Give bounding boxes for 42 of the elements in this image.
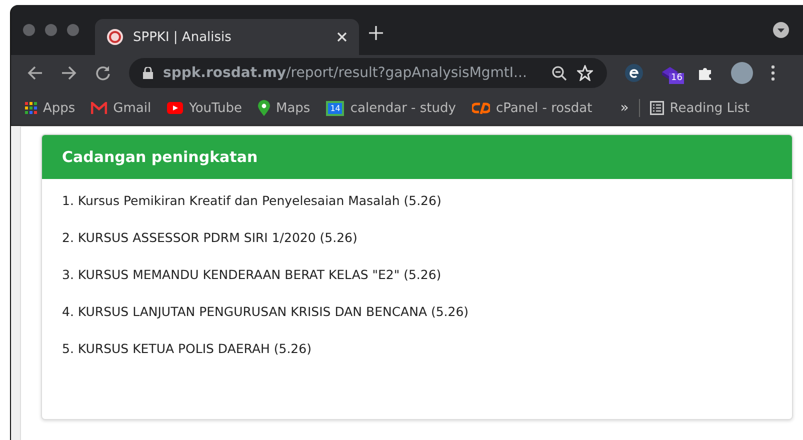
list-item: 2. KURSUS ASSESSOR PDRM SIRI 1/2020 (5.26) — [62, 230, 358, 245]
url-text: sppk.rosdat.my/report/result?gapAnalysisMgmtI... — [163, 65, 527, 81]
zoom-icon[interactable] — [551, 65, 567, 81]
star-icon[interactable] — [577, 65, 593, 81]
card-header: Cadangan peningkatan — [42, 135, 792, 179]
grid-icon — [25, 102, 37, 114]
bookmark-link[interactable]: YouTube — [189, 100, 242, 116]
count-badge: 16 — [669, 73, 684, 84]
extension-icon[interactable] — [625, 64, 643, 82]
menu-icon[interactable] — [771, 65, 775, 81]
play-icon — [167, 102, 184, 114]
window-button[interactable] — [67, 24, 79, 36]
window-button[interactable] — [45, 24, 57, 36]
list-item: 1. Kursus Pemikiran Kreatif dan Penyelesaian Masalah (5.26) — [62, 193, 442, 208]
calendar-icon: 14 — [326, 100, 344, 116]
bookmark-link[interactable]: calendar - study — [350, 100, 456, 116]
back-icon[interactable] — [27, 65, 43, 81]
address-bar[interactable]: sppk.rosdat.my/report/result?gapAnalysisMgmtI... — [129, 58, 607, 88]
bookmark-link[interactable]: Apps — [43, 100, 76, 116]
avatar[interactable] — [731, 62, 753, 84]
list-item: 4. KURSUS LANJUTAN PENGURUSAN KRISIS DAN BENCANA (5.26) — [62, 304, 470, 319]
bookmark-link[interactable]: cPanel - rosdat — [496, 100, 592, 116]
puzzle-icon[interactable] — [697, 65, 713, 81]
forward-icon[interactable] — [61, 65, 77, 81]
lock-icon — [143, 67, 153, 79]
map-pin-icon — [258, 100, 270, 116]
list-icon — [650, 101, 664, 115]
logo-icon — [472, 102, 490, 114]
dropdown-icon[interactable] — [773, 22, 789, 38]
mail-icon — [91, 102, 108, 114]
reading-list-link[interactable]: Reading List — [670, 100, 750, 116]
list-item: 3. KURSUS MEMANDU KENDERAAN BERAT KELAS "E2" (5.26) — [62, 267, 442, 282]
close-icon[interactable] — [337, 32, 347, 42]
window-button[interactable] — [23, 24, 35, 36]
new-tab-icon[interactable] — [369, 26, 383, 40]
overflow-button[interactable]: » — [620, 100, 629, 116]
browser-tab[interactable]: SPPKI | Analisis — [95, 19, 359, 55]
bookmark-link[interactable]: Gmail — [113, 100, 152, 116]
site-logo-icon — [107, 29, 123, 45]
reload-icon[interactable] — [95, 65, 111, 81]
list-item: 5. KURSUS KETUA POLIS DAERAH (5.26) — [62, 341, 312, 356]
bookmark-link[interactable]: Maps — [276, 100, 310, 116]
